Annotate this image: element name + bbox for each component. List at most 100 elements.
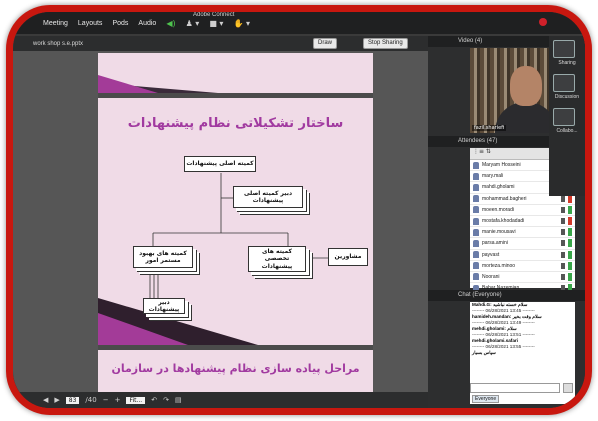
slide-current: ساختار تشکیلاتی نظام پیشنهادات کمیته اصل… [98, 98, 373, 345]
word-icon[interactable] [163, 412, 175, 415]
file-explorer-icon[interactable] [83, 412, 95, 415]
attendee-name: moeen.moradi [482, 206, 514, 213]
zoom-select[interactable]: Fit... [126, 396, 146, 404]
layout-collaboration-thumb[interactable] [553, 108, 575, 126]
status-indicator [568, 205, 572, 214]
next-slide-title: مراحل پیاده سازی نظام پیشنهادها در سازما… [111, 362, 360, 375]
zoom-out-icon[interactable]: − [103, 396, 109, 404]
attendee-name: manie.mousavi [482, 229, 516, 236]
layout-sharing-label: Sharing [558, 60, 576, 66]
attendee-name: Noorani [482, 273, 500, 280]
org-box-improvement-committees: کمیته های بهبود مستمر امور [133, 246, 193, 268]
mic-icon [561, 229, 565, 236]
org-box-main-committee: کمیته اصلی پیشنهادات [184, 156, 256, 172]
attendee-row[interactable]: parsa.amini [470, 238, 575, 250]
chat-pod-header: Chat (Everyone) [428, 290, 585, 301]
next-slide-icon[interactable]: ▶ [54, 396, 59, 404]
user-icon [473, 217, 479, 225]
mic-icon [561, 251, 565, 258]
menu-bar: Meeting Layouts Pods Audio ◀) ♟ ▾ ■ ▾ ✋ … [13, 12, 585, 34]
user-icon [473, 195, 479, 203]
menu-audio[interactable]: Audio [138, 20, 156, 27]
raise-hand-icon[interactable]: ✋ ▾ [233, 19, 250, 28]
attendee-row[interactable]: morteza.minoo [470, 261, 575, 272]
status-indicator [568, 261, 572, 270]
draw-button[interactable]: Draw [313, 38, 338, 49]
mic-icon [561, 240, 565, 247]
attendee-name: mohammad.bagheri [482, 195, 527, 202]
app-title: Adobe Connect [193, 12, 235, 18]
undo-icon[interactable]: ↶ [151, 396, 157, 404]
attendee-name: morteza.minoo [482, 262, 516, 269]
layout-discussion-thumb[interactable] [553, 74, 575, 92]
user-icon [473, 239, 479, 247]
layout-sharing-thumb[interactable] [553, 40, 575, 58]
user-icon [473, 262, 479, 270]
menu-pods[interactable]: Pods [112, 20, 128, 27]
status-indicator [568, 239, 572, 248]
chat-input[interactable] [470, 383, 560, 393]
attendee-row[interactable]: manie.mousavi [470, 227, 575, 239]
stop-sharing-button[interactable]: Stop Sharing [363, 38, 408, 49]
user-icon [473, 273, 479, 281]
status-indicator [568, 250, 572, 259]
user-icon [473, 251, 479, 259]
org-box-consultants: مشاورین [328, 248, 368, 266]
status-indicator [568, 217, 572, 226]
attendee-row[interactable]: Noorani [470, 272, 575, 284]
status-indicator [568, 228, 572, 237]
slide-viewport[interactable]: ساختار تشکیلاتی نظام پیشنهادات کمیته اصل… [98, 53, 373, 392]
presentation-toolbar: ◀ ▶ 83 /40 − + Fit... ↶ ↷ ▤ [13, 392, 428, 408]
user-icon [473, 206, 479, 214]
clear-icon[interactable]: ▤ [175, 396, 182, 404]
menu-layouts[interactable]: Layouts [78, 20, 103, 27]
attendee-row[interactable]: moeen.moradi [470, 205, 575, 216]
user-icon [473, 172, 479, 180]
slide-title: ساختار تشکیلاتی نظام پیشنهادات [127, 116, 344, 131]
send-icon[interactable] [563, 383, 573, 393]
speaker-head [510, 66, 542, 106]
excel-icon[interactable] [143, 412, 155, 415]
windows-start-icon[interactable] [43, 412, 55, 415]
org-box-specialist-committees: کمیته های تخصصی پیشنهادات [248, 246, 306, 272]
share-filename: work shop s.e.pptx [33, 40, 84, 47]
org-box-secretary: دبیر کمیته اصلی پیشنهادات [233, 186, 303, 208]
firefox-icon[interactable] [63, 412, 75, 415]
mic-icon [561, 195, 565, 202]
layouts-sidebar: Sharing Discussion Collabo... [549, 36, 585, 196]
layout-discussion-label: Discussion [554, 94, 580, 100]
mic-icon [561, 206, 565, 213]
attendee-row[interactable]: mostafa.khodadadi [470, 216, 575, 228]
prev-slide-icon[interactable]: ◀ [43, 396, 48, 404]
redo-icon[interactable]: ↷ [163, 396, 169, 404]
mic-icon [561, 218, 565, 225]
attendee-name: parsa.amini [482, 240, 508, 247]
photo-frame: Meeting Layouts Pods Audio ◀) ♟ ▾ ■ ▾ ✋ … [6, 5, 592, 415]
user-icon [473, 183, 479, 191]
screen: Meeting Layouts Pods Audio ◀) ♟ ▾ ■ ▾ ✋ … [13, 12, 585, 408]
chat-pod: Mahdi.G: سلام خسته نباشید -------- 06/28/… [470, 302, 575, 404]
layout-collaboration-label: Collabo... [556, 128, 578, 134]
zoom-in-icon[interactable]: + [115, 396, 121, 404]
org-box-suggestions-secretary: دبیر پیشنهادات [143, 298, 185, 314]
page-total: /40 [85, 396, 97, 404]
status-indicator [568, 272, 572, 281]
recording-indicator [539, 18, 547, 26]
chat-tab-everyone[interactable]: Everyone [472, 395, 500, 403]
mic-icon [561, 262, 565, 269]
page-number-input[interactable]: 83 [65, 396, 80, 404]
powerpoint-icon[interactable] [103, 412, 115, 415]
speaker-icon[interactable]: ◀) [166, 19, 175, 28]
user-icon [473, 161, 479, 169]
slide-previous [98, 53, 373, 93]
attendee-name: mostafa.khodadadi [482, 218, 525, 225]
share-pod: work shop s.e.pptx Draw Stop Sharing ساخ… [13, 36, 428, 392]
attendee-name: payvast [482, 251, 500, 258]
windows-taskbar: ▲ ◀) ▭ [13, 408, 592, 415]
attendee-row[interactable]: payvast [470, 250, 575, 261]
user-icon [473, 228, 479, 236]
slide-next: مراحل پیاده سازی نظام پیشنهادها در سازما… [98, 350, 373, 392]
menu-meeting[interactable]: Meeting [43, 20, 68, 27]
video-speaker-name: fazil.shariefi [472, 125, 507, 131]
chrome-icon[interactable] [123, 412, 135, 415]
